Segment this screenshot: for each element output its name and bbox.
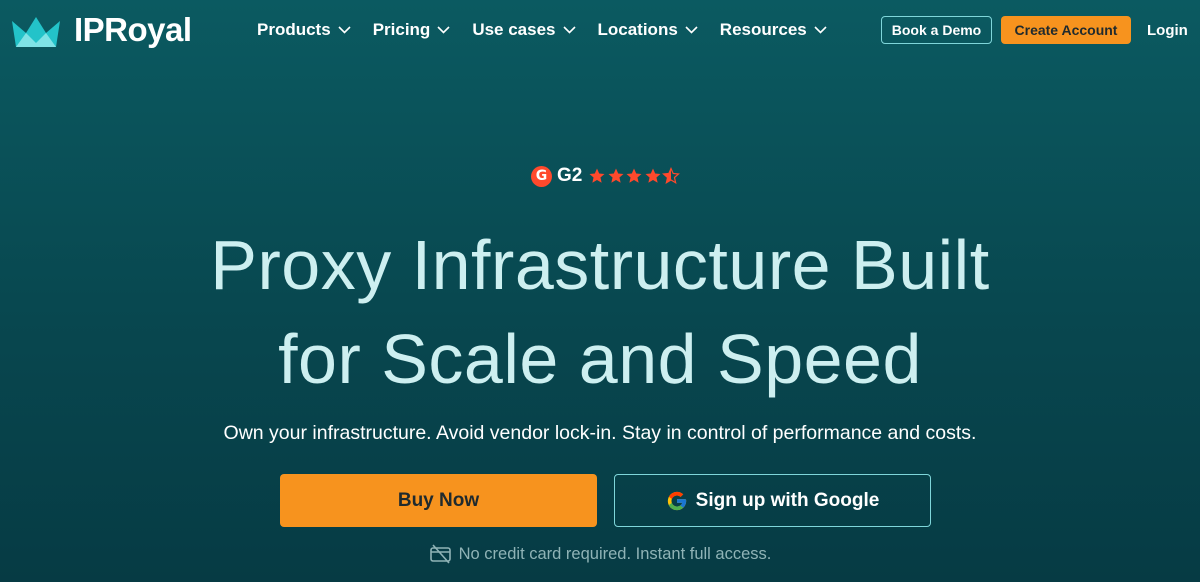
chevron-down-icon [685,26,698,34]
star-icon [645,168,661,183]
site-header: IPRoyal Products Pricing Use cases Locat… [0,0,1200,62]
google-icon [667,491,686,510]
nav-label: Resources [719,20,807,39]
nav-use-cases[interactable]: Use cases [472,20,576,40]
g2-logo-icon: G [531,165,552,187]
hero-subtitle: Own your infrastructure. Avoid vendor lo… [223,422,977,444]
main-nav: Products Pricing Use cases Locations Res… [257,20,849,40]
chevron-down-icon [437,26,450,34]
nav-label: Locations [597,20,678,39]
star-icon [589,168,605,183]
google-signup-label: Sign up with Google [695,489,880,511]
nav-label: Products [257,20,331,39]
hero-headline: Proxy Infrastructure Built for Scale and… [0,218,1200,406]
brand-name: IPRoyal [74,11,192,48]
login-link[interactable]: Login [1147,22,1188,39]
nav-products[interactable]: Products [257,20,351,40]
no-credit-card-note: No credit card required. Instant full ac… [0,544,1200,564]
star-icon [626,168,642,183]
chevron-down-icon [338,26,351,34]
chevron-down-icon [562,26,576,34]
create-account-button[interactable]: Create Account [1001,16,1131,44]
nav-locations[interactable]: Locations [598,20,698,40]
note-text: No credit card required. Instant full ac… [458,544,772,563]
nav-label: Use cases [472,20,556,39]
ipr-logo-icon [12,17,60,47]
star-half-icon [662,167,681,184]
nav-pricing[interactable]: Pricing [373,20,451,40]
star-icon [608,168,624,183]
g2-label: G2 [557,165,583,186]
headline-line-1: Proxy Infrastructure Built [210,226,990,304]
book-demo-button[interactable]: Book a Demo [881,16,992,44]
rating-stars [588,167,681,185]
chevron-down-icon [814,26,827,34]
buy-now-button[interactable]: Buy Now [280,474,597,527]
brand-logo[interactable]: IPRoyal [12,10,192,50]
headline-line-2: for Scale and Speed [278,320,922,398]
g2-rating[interactable]: G G2 [531,165,681,187]
nav-resources[interactable]: Resources [720,20,827,40]
google-signup-button[interactable]: Sign up with Google [614,474,931,527]
nav-label: Pricing [372,20,431,39]
no-credit-card-icon [429,544,451,564]
